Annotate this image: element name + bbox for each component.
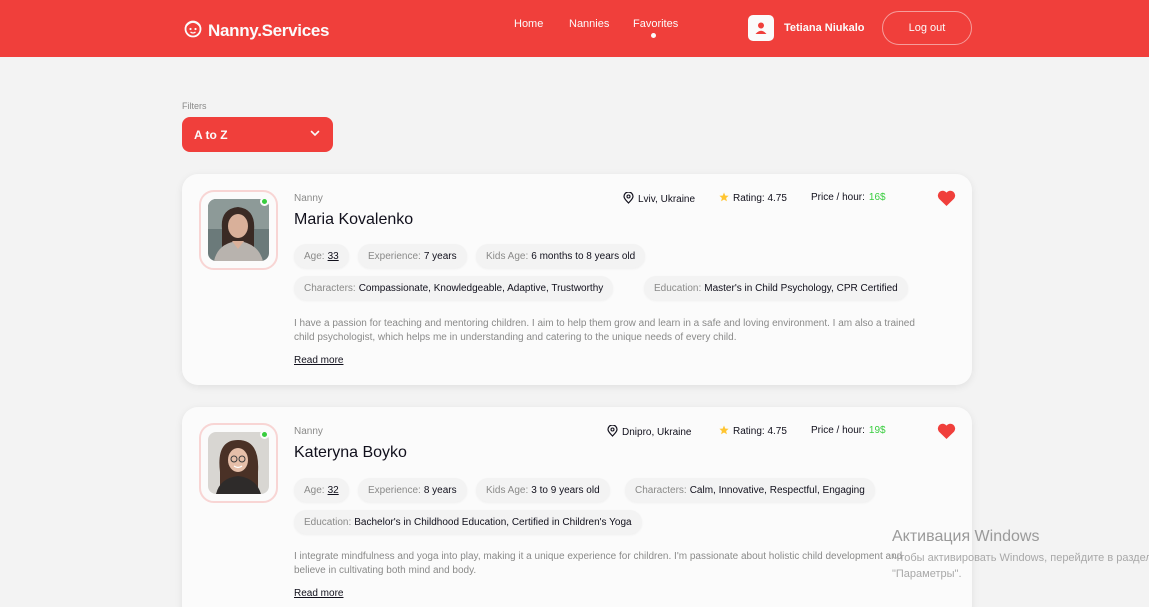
- rating-text: Rating: 4.75: [733, 193, 787, 204]
- role-label: Nanny: [294, 193, 323, 204]
- chip-age: Age: 32: [294, 478, 349, 502]
- logo-icon: [182, 18, 204, 43]
- read-more-link[interactable]: Read more: [294, 355, 343, 366]
- rating: Rating: 4.75: [719, 425, 787, 438]
- nav-nannies[interactable]: Nannies: [569, 18, 609, 30]
- chip-age: Age: 33: [294, 244, 349, 268]
- location: Lviv, Ukraine: [623, 191, 696, 207]
- chevron-down-icon: [309, 127, 321, 142]
- logout-button[interactable]: Log out: [882, 11, 972, 45]
- rating: Rating: 4.75: [719, 192, 787, 205]
- chip-experience: Experience: 8 years: [358, 478, 467, 502]
- star-icon: [719, 425, 729, 438]
- user-name: Tetiana Niukalo: [784, 22, 865, 34]
- header: Nanny.Services Home Nannies Favorites Te…: [0, 0, 1149, 57]
- nav-favorites[interactable]: Favorites: [633, 18, 678, 30]
- price-label: Price / hour:: [811, 192, 865, 203]
- map-pin-icon: [623, 191, 634, 207]
- nav-home[interactable]: Home: [514, 18, 543, 30]
- location-text: Dnipro, Ukraine: [622, 427, 692, 438]
- user-icon: [748, 15, 774, 41]
- rating-text: Rating: 4.75: [733, 426, 787, 437]
- location: Dnipro, Ukraine: [607, 424, 692, 440]
- chip-characters: Characters: Calm, Innovative, Respectful,…: [625, 478, 875, 502]
- filters-label: Filters: [182, 101, 207, 111]
- heart-icon[interactable]: [937, 190, 956, 212]
- chip-education: Education: Master's in Child Psychology, …: [644, 276, 908, 300]
- location-text: Lviv, Ukraine: [638, 194, 696, 205]
- windows-activation-line: "Параметры".: [892, 568, 962, 580]
- avatar: [208, 199, 269, 261]
- windows-activation-title: Активация Windows: [892, 528, 1040, 545]
- online-status-indicator: [260, 430, 269, 439]
- avatar: [208, 432, 269, 494]
- chip-kids-age: Kids Age: 6 months to 8 years old: [476, 244, 646, 268]
- chip-education: Education: Bachelor's in Childhood Educat…: [294, 510, 642, 534]
- chip-characters: Characters: Compassionate, Knowledgeable,…: [294, 276, 614, 300]
- chip-kids-age: Kids Age: 3 to 9 years old: [476, 478, 610, 502]
- price-value: 19$: [868, 425, 886, 436]
- nanny-name: Kateryna Boyko: [294, 444, 407, 461]
- nanny-name: Maria Kovalenko: [294, 211, 414, 228]
- avatar-frame: [199, 423, 278, 503]
- logo-text: Nanny.Services: [208, 20, 330, 40]
- logo[interactable]: Nanny.Services: [182, 18, 329, 43]
- windows-activation-text: Чтобы активировать Windows, перейдите в …: [892, 550, 1149, 582]
- role-label: Nanny: [294, 426, 323, 437]
- sort-filter-select[interactable]: A to Z: [182, 117, 333, 152]
- avatar-frame: [199, 190, 278, 270]
- windows-activation-line: Чтобы активировать Windows, перейдите в …: [892, 552, 1149, 564]
- price: Price / hour: 16$: [811, 192, 886, 203]
- active-nav-indicator: [651, 33, 656, 38]
- heart-icon[interactable]: [937, 423, 956, 445]
- price: Price / hour: 19$: [811, 425, 886, 436]
- description: I integrate mindfulness and yoga into pl…: [294, 551, 903, 576]
- description: I have a passion for teaching and mentor…: [294, 318, 915, 343]
- filter-selected-value: A to Z: [194, 127, 228, 142]
- read-more-link[interactable]: Read more: [294, 588, 343, 599]
- price-value: 16$: [868, 192, 886, 203]
- nanny-card: Nanny Kateryna Boyko Dnipro, Ukraine Rat…: [182, 407, 972, 607]
- star-icon: [719, 192, 729, 205]
- online-status-indicator: [260, 197, 269, 206]
- chip-experience: Experience: 7 years: [358, 244, 467, 268]
- nanny-card: Nanny Maria Kovalenko Lviv, Ukraine Rati…: [182, 174, 972, 385]
- map-pin-icon: [607, 424, 618, 440]
- price-label: Price / hour:: [811, 425, 865, 436]
